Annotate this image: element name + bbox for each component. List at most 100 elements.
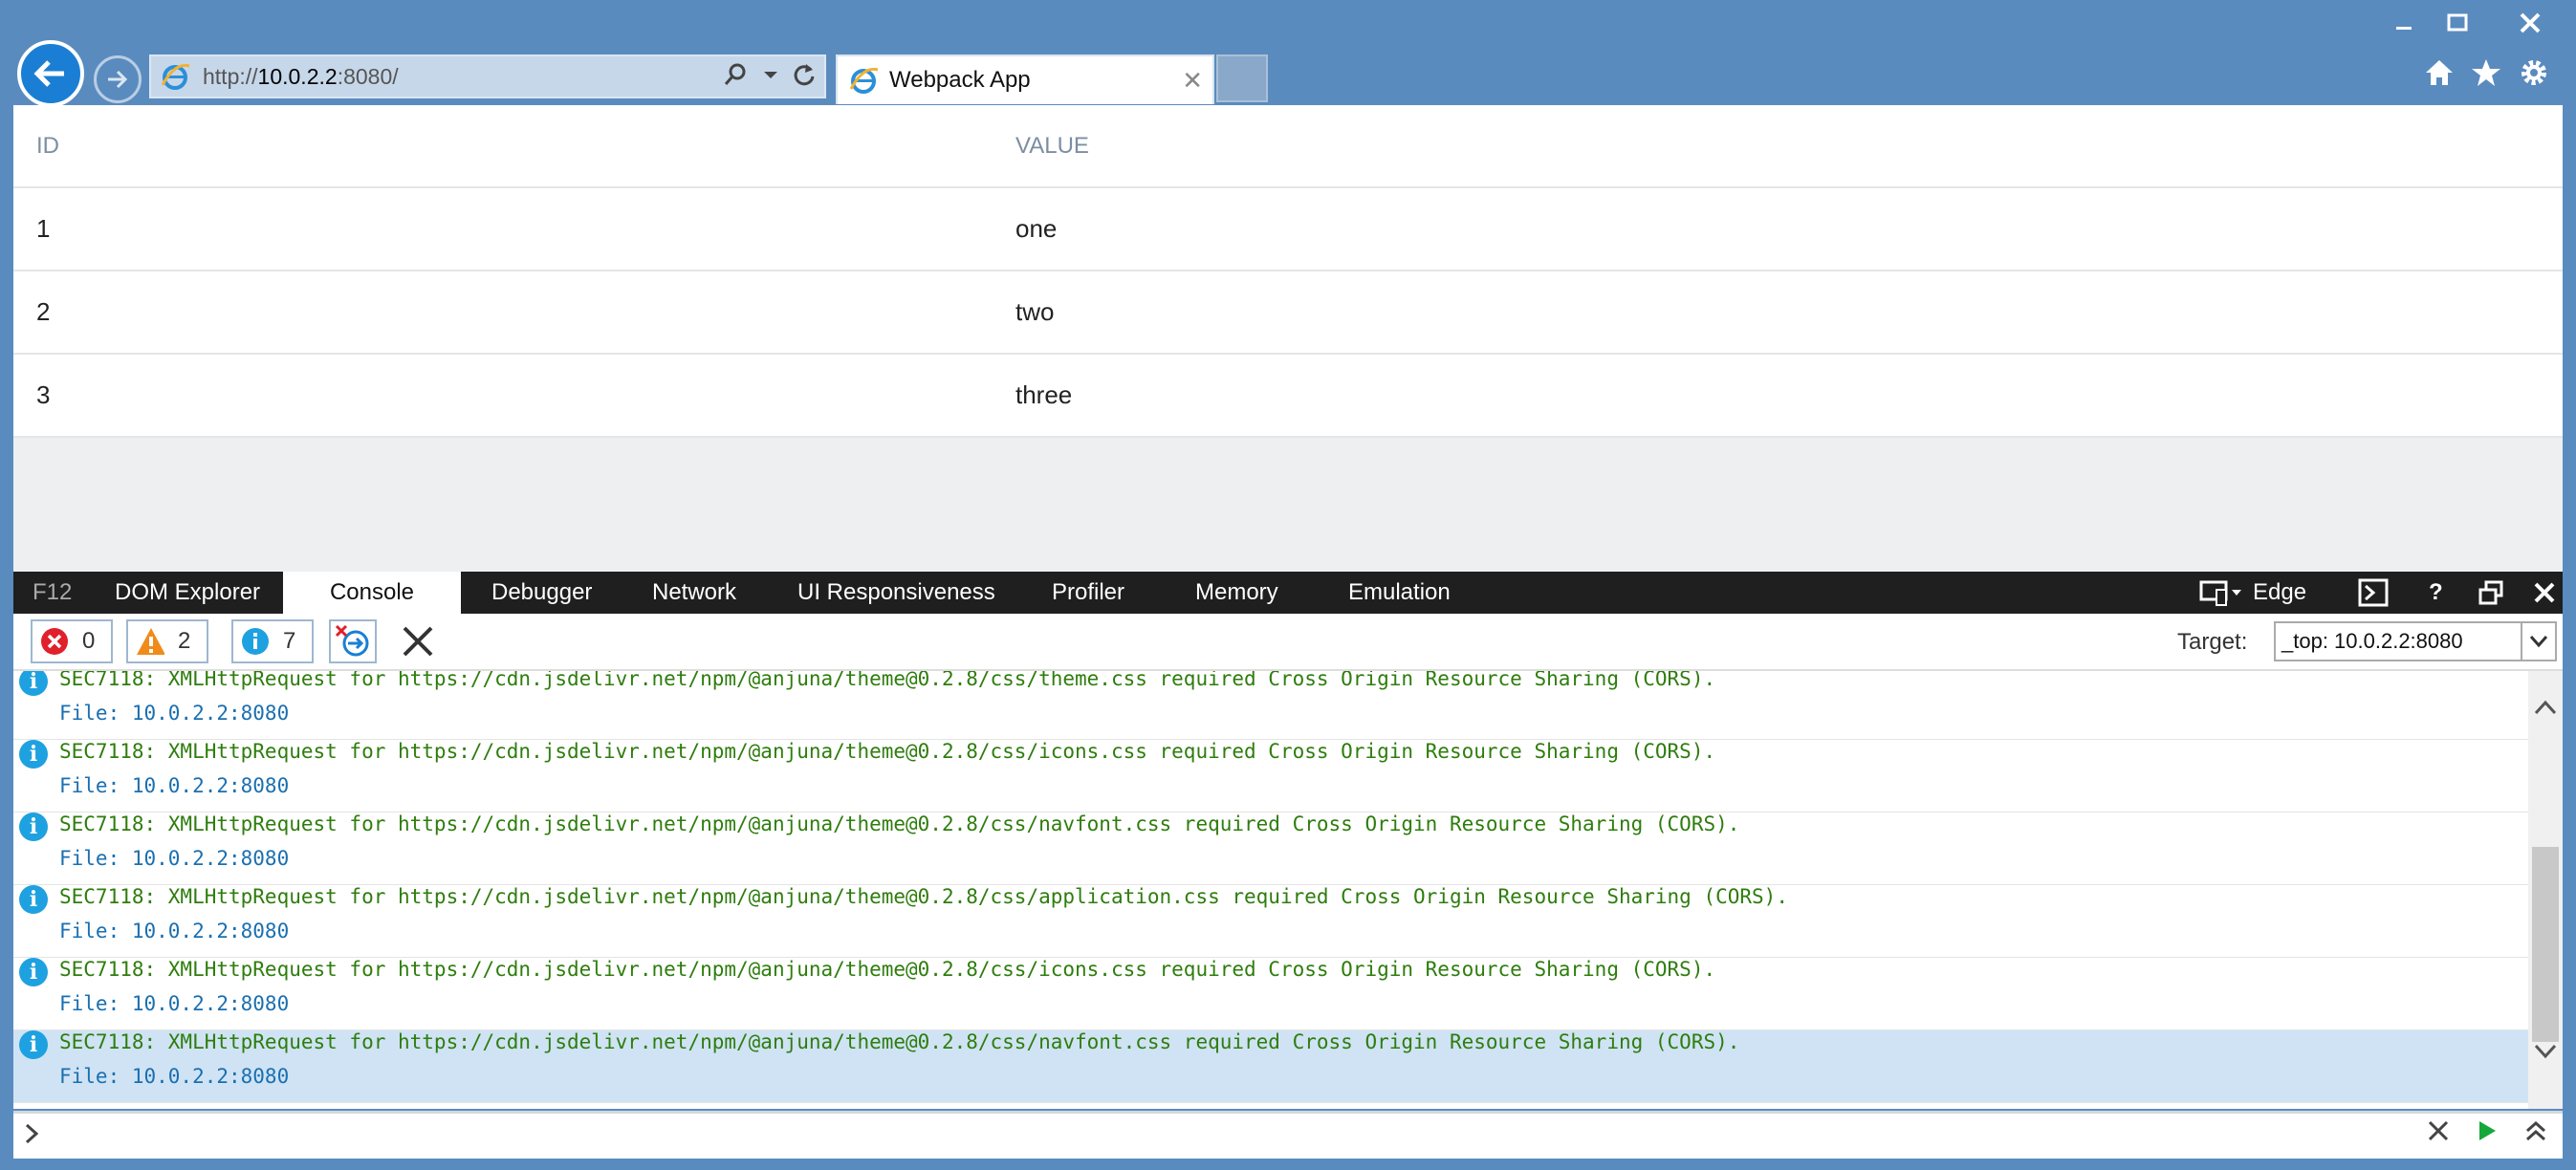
error-icon (40, 627, 69, 656)
clear-on-navigate-icon (335, 624, 369, 657)
devtools-tab-bar: F12 DOM Explorer Console Debugger Networ… (13, 572, 2563, 614)
warning-count: 2 (178, 628, 191, 654)
target-select[interactable]: _top: 10.0.2.2:8080 (2274, 621, 2557, 661)
table-header-row: ID VALUE (13, 105, 2563, 188)
back-button[interactable] (17, 40, 84, 107)
warning-icon (136, 627, 164, 656)
chevron-down-icon (2521, 623, 2555, 660)
close-window-icon[interactable] (2501, 6, 2559, 40)
console-message-text: SEC7118: XMLHttpRequest for https://cdn.… (59, 958, 1716, 981)
console-message-file-link[interactable]: File: 10.0.2.2:8080 (59, 774, 289, 797)
console-message-row[interactable]: i SEC7118: XMLHttpRequest for https://cdn… (13, 1030, 2528, 1103)
arrow-right-icon (108, 70, 128, 89)
close-tab-icon[interactable]: ✕ (1182, 66, 1203, 96)
scroll-down-icon[interactable] (2534, 1044, 2557, 1059)
tab-title: Webpack App (889, 67, 1031, 93)
f12-label: F12 (33, 579, 73, 605)
info-icon: i (19, 885, 48, 914)
clear-console-icon[interactable] (402, 625, 434, 662)
tab-profiler[interactable]: Profiler (1052, 572, 1124, 614)
tab-emulation[interactable]: Emulation (1348, 572, 1451, 614)
console-message-file-link[interactable]: File: 10.0.2.2:8080 (59, 847, 289, 870)
console-output: i SEC7118: XMLHttpRequest for https://cdn… (13, 671, 2563, 1109)
console-input[interactable] (13, 1111, 2563, 1159)
gear-icon[interactable] (2515, 54, 2553, 92)
info-icon (241, 627, 270, 656)
cell-value: three (1015, 354, 2563, 438)
dropdown-icon[interactable] (763, 67, 778, 82)
console-message-file-link[interactable]: File: 10.0.2.2:8080 (59, 702, 289, 725)
close-devtools-icon[interactable] (2534, 572, 2555, 614)
column-header-value: VALUE (1015, 105, 2563, 188)
home-icon[interactable] (2420, 54, 2458, 92)
target-value: _top: 10.0.2.2:8080 (2281, 629, 2463, 653)
ie-logo-icon (161, 63, 190, 90)
cell-value: one (1015, 187, 2563, 271)
prompt-chevron-icon (25, 1123, 39, 1144)
console-message-text: SEC7118: XMLHttpRequest for https://cdn.… (59, 671, 1716, 690)
cell-value: two (1015, 271, 2563, 355)
console-message-row[interactable]: i SEC7118: XMLHttpRequest for https://cdn… (13, 958, 2528, 1030)
undock-icon[interactable] (2478, 572, 2503, 614)
console-message-row[interactable]: i SEC7118: XMLHttpRequest for https://cdn… (13, 740, 2528, 812)
error-count: 0 (82, 628, 96, 654)
search-icon[interactable] (723, 61, 750, 88)
address-url[interactable]: http://10.0.2.2:8080/ (203, 64, 399, 90)
console-message-text: SEC7118: XMLHttpRequest for https://cdn.… (59, 885, 1788, 908)
cell-id: 1 (13, 187, 1015, 271)
arrow-left-icon (33, 60, 64, 87)
help-icon[interactable]: ? (2429, 572, 2443, 614)
error-filter-button[interactable]: 0 (31, 619, 113, 663)
console-toolbar: 0 2 7 Target: _top: 10.0.2.2:8080 (13, 614, 2563, 671)
table-row: 1 one (13, 187, 2563, 271)
target-label: Target: (2177, 629, 2248, 655)
document-mode-selector[interactable]: Edge (2199, 572, 2306, 614)
browser-window: http://10.0.2.2:8080/ Webpack App ✕ ID V… (0, 0, 2576, 1170)
expand-input-icon[interactable] (2524, 1119, 2547, 1142)
scroll-up-icon[interactable] (2534, 700, 2557, 715)
minimize-icon[interactable] (2375, 6, 2433, 40)
message-count: 7 (283, 628, 296, 654)
warning-filter-button[interactable]: 2 (126, 619, 208, 663)
info-icon: i (19, 1030, 48, 1059)
tab-memory[interactable]: Memory (1195, 572, 1278, 614)
message-filter-button[interactable]: 7 (231, 619, 314, 663)
tab-ui-responsiveness[interactable]: UI Responsiveness (797, 572, 995, 614)
console-message-row[interactable]: i SEC7118: XMLHttpRequest for https://cdn… (13, 885, 2528, 958)
info-icon: i (19, 958, 48, 986)
address-bar[interactable]: http://10.0.2.2:8080/ (149, 54, 826, 98)
tab-dom-explorer[interactable]: DOM Explorer (115, 572, 260, 614)
console-message-row[interactable]: i SEC7118: XMLHttpRequest for https://cdn… (13, 671, 2528, 740)
run-icon[interactable] (2477, 1119, 2498, 1142)
clear-on-navigate-button[interactable] (329, 619, 377, 663)
info-icon: i (19, 671, 48, 696)
favorites-star-icon[interactable] (2467, 54, 2505, 92)
document-mode-value: Edge (2253, 579, 2307, 605)
tab-debugger[interactable]: Debugger (491, 572, 592, 614)
console-message-file-link[interactable]: File: 10.0.2.2:8080 (59, 1065, 289, 1088)
info-icon: i (19, 740, 48, 769)
console-message-list: i SEC7118: XMLHttpRequest for https://cdn… (13, 671, 2563, 1103)
data-table: ID VALUE 1 one 2 two 3 three (13, 105, 2563, 438)
page-content: ID VALUE 1 one 2 two 3 three (13, 105, 2563, 572)
new-tab-button[interactable] (1216, 54, 1268, 102)
console-message-file-link[interactable]: File: 10.0.2.2:8080 (59, 992, 289, 1015)
console-message-text: SEC7118: XMLHttpRequest for https://cdn.… (59, 1030, 1740, 1053)
maximize-icon[interactable] (2429, 6, 2486, 40)
cell-id: 3 (13, 354, 1015, 438)
forward-button[interactable] (94, 55, 142, 103)
console-message-text: SEC7118: XMLHttpRequest for https://cdn.… (59, 740, 1716, 763)
table-row: 2 two (13, 271, 2563, 355)
tab-webpack-app[interactable]: Webpack App ✕ (836, 54, 1214, 104)
console-toggle-icon[interactable] (2358, 572, 2389, 614)
refresh-icon[interactable] (792, 62, 817, 87)
column-header-id: ID (13, 105, 1015, 188)
console-message-row[interactable]: i SEC7118: XMLHttpRequest for https://cdn… (13, 812, 2528, 885)
tab-console[interactable]: Console (283, 572, 461, 614)
tab-network[interactable]: Network (652, 572, 736, 614)
clear-input-icon[interactable] (2427, 1119, 2450, 1142)
console-scrollbar[interactable] (2528, 671, 2563, 1109)
console-message-text: SEC7118: XMLHttpRequest for https://cdn.… (59, 812, 1740, 835)
console-message-file-link[interactable]: File: 10.0.2.2:8080 (59, 920, 289, 942)
scrollbar-thumb[interactable] (2532, 847, 2559, 1042)
